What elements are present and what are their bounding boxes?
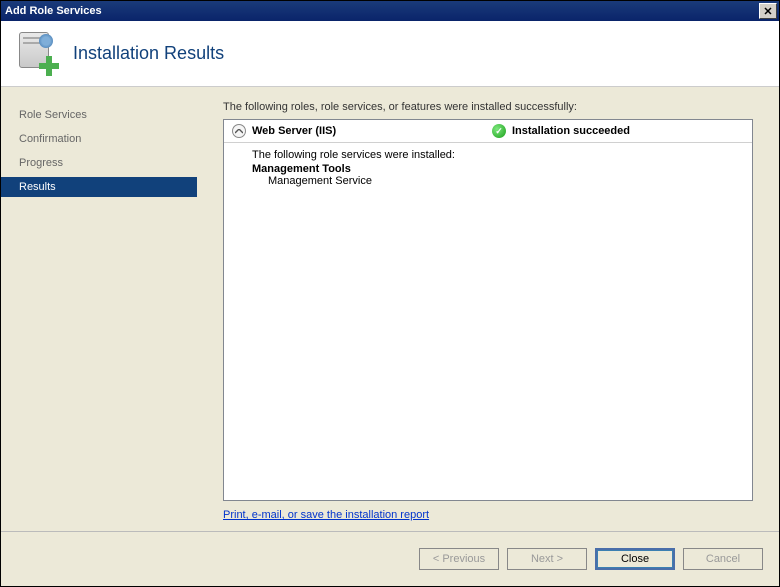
sidebar-item-role-services[interactable]: Role Services <box>1 105 197 125</box>
success-icon: ✓ <box>492 124 506 138</box>
wizard-icon <box>15 32 59 76</box>
sidebar-item-progress[interactable]: Progress <box>1 153 197 173</box>
close-icon[interactable]: ✕ <box>759 3 777 19</box>
cancel-button: Cancel <box>683 548 763 570</box>
role-details: The following role services were install… <box>224 143 752 193</box>
wizard-header: Installation Results <box>1 21 779 87</box>
role-header[interactable]: Web Server (IIS) ✓ Installation succeede… <box>224 120 752 143</box>
sidebar-item-confirmation[interactable]: Confirmation <box>1 129 197 149</box>
body-area: Role Services Confirmation Progress Resu… <box>1 87 779 531</box>
role-name: Web Server (IIS) <box>252 125 492 137</box>
close-button[interactable]: Close <box>595 548 675 570</box>
status-text: Installation succeeded <box>512 125 630 137</box>
chevron-up-icon[interactable] <box>232 124 246 138</box>
main-panel: The following roles, role services, or f… <box>197 87 779 531</box>
intro-text: The following roles, role services, or f… <box>223 101 753 113</box>
window-title: Add Role Services <box>5 5 102 17</box>
role-subtext: The following role services were install… <box>252 149 742 161</box>
sidebar: Role Services Confirmation Progress Resu… <box>1 87 197 531</box>
role-subitem: Management Service <box>252 175 742 187</box>
footer: < Previous Next > Close Cancel <box>1 531 779 586</box>
results-panel: Web Server (IIS) ✓ Installation succeede… <box>223 119 753 501</box>
role-group: Management Tools <box>252 163 742 175</box>
page-title: Installation Results <box>73 43 224 64</box>
titlebar: Add Role Services ✕ <box>1 1 779 21</box>
next-button: Next > <box>507 548 587 570</box>
sidebar-item-results[interactable]: Results <box>1 177 197 197</box>
previous-button: < Previous <box>419 548 499 570</box>
report-link[interactable]: Print, e-mail, or save the installation … <box>223 501 753 531</box>
